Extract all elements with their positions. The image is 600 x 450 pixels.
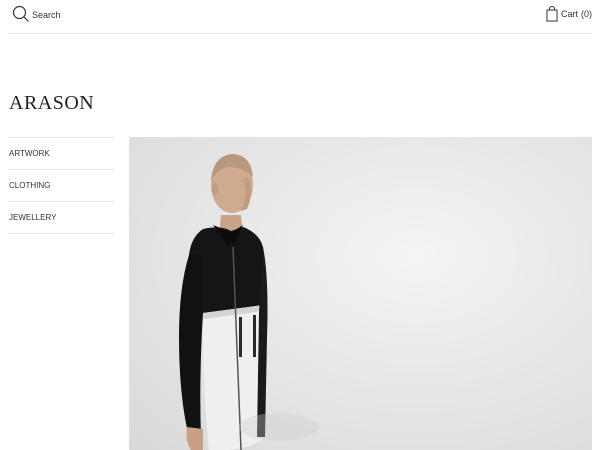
sidebar-item-label: CLOTHING: [9, 181, 51, 190]
top-bar: Cart(0): [8, 0, 592, 34]
sidebar-item-label: JEWELLERY: [9, 213, 57, 222]
brand-logo[interactable]: ARASON: [9, 92, 94, 115]
store-page: Cart(0) ARASON ARTWORK CLOTHING JEWELLER…: [0, 0, 600, 450]
search-input[interactable]: [32, 8, 232, 22]
search-icon[interactable]: [12, 5, 30, 23]
hero-image[interactable]: [129, 137, 592, 450]
cart-count: (0): [581, 9, 592, 19]
cart-label: Cart: [560, 9, 578, 19]
sidebar-item-label: ARTWORK: [9, 149, 50, 158]
sidebar-item-artwork[interactable]: ARTWORK: [8, 138, 115, 170]
sidebar-item-clothing[interactable]: CLOTHING: [8, 170, 115, 202]
cart-link[interactable]: Cart (0): [546, 5, 592, 23]
shopping-bag-icon: [546, 6, 558, 22]
sidebar-nav: ARTWORK CLOTHING JEWELLERY: [8, 137, 115, 234]
sidebar-item-jewellery[interactable]: JEWELLERY: [8, 202, 115, 234]
model-in-jacket-image: [179, 154, 319, 450]
